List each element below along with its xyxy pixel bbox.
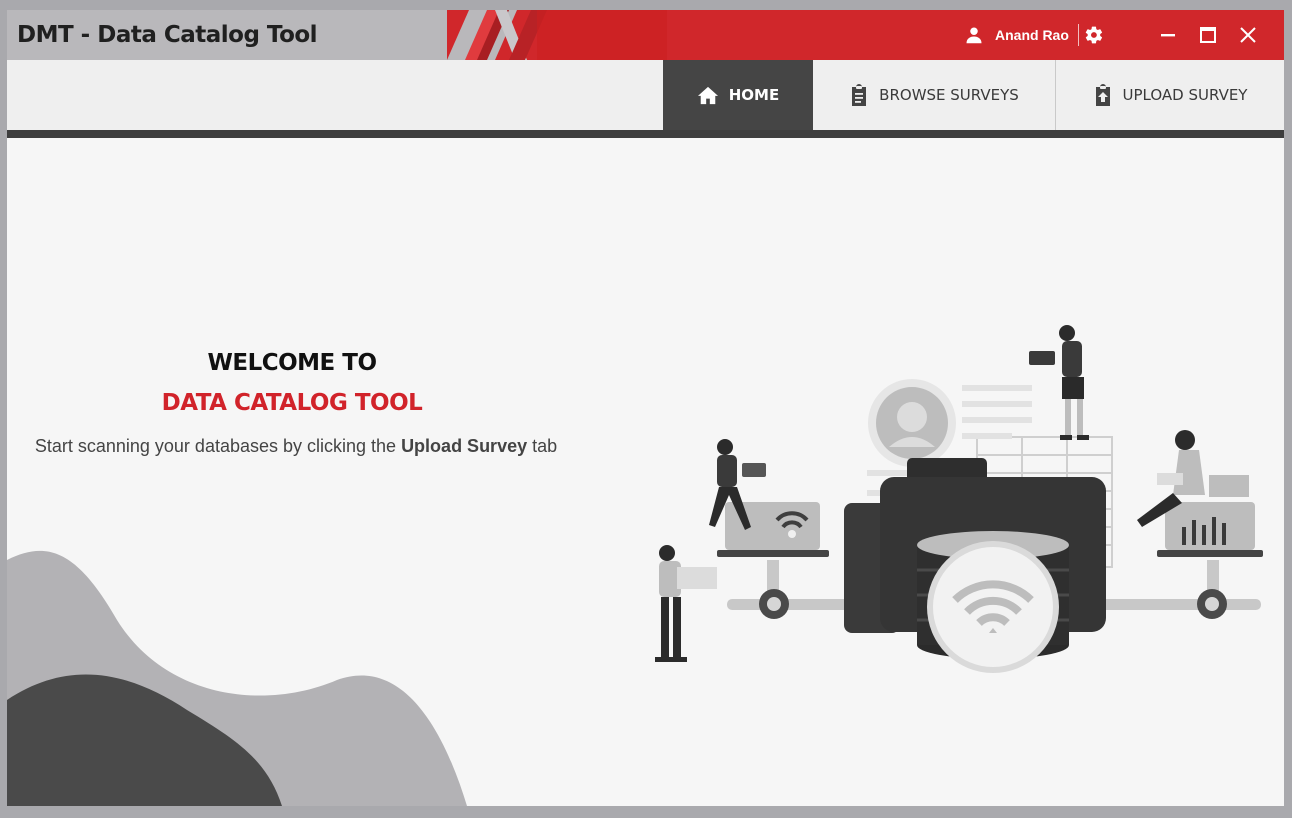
app-window: DMT - Data Catalog Tool Anand Rao HOME B… xyxy=(7,10,1284,806)
gear-icon[interactable] xyxy=(1084,25,1104,50)
description-text: Start scanning your databases by clickin… xyxy=(34,436,402,456)
minimize-button[interactable] xyxy=(1155,22,1181,48)
minimize-icon xyxy=(1161,34,1175,37)
tab-browse-surveys-label: BROWSE SURVEYS xyxy=(879,86,1019,104)
title-separator xyxy=(1078,24,1079,46)
close-icon xyxy=(1240,27,1256,43)
home-icon xyxy=(697,85,719,105)
tab-home-label: HOME xyxy=(728,86,780,104)
welcome-description: Start scanning your databases by clickin… xyxy=(15,436,577,457)
tab-upload-survey[interactable]: UPLOAD SURVEY xyxy=(1056,60,1284,130)
maximize-icon xyxy=(1200,27,1216,43)
tab-browse-surveys[interactable]: BROWSE SURVEYS xyxy=(813,60,1055,130)
upload-icon xyxy=(1093,84,1113,106)
user-menu[interactable]: Anand Rao xyxy=(965,24,1069,46)
nav-underline xyxy=(7,130,1284,138)
nav-bar: HOME BROWSE SURVEYS UPLOAD SURVEY xyxy=(7,60,1284,130)
tab-home[interactable]: HOME xyxy=(663,60,813,130)
decorative-wave xyxy=(7,550,467,806)
description-text-end: tab xyxy=(527,436,558,456)
description-emphasis: Upload Survey xyxy=(401,436,528,456)
title-bar[interactable]: DMT - Data Catalog Tool Anand Rao xyxy=(7,10,1284,60)
app-title: DMT - Data Catalog Tool xyxy=(17,22,318,48)
clipboard-icon xyxy=(849,84,869,106)
welcome-panel: WELCOME TO DATA CATALOG TOOL Start scann… xyxy=(7,350,577,457)
welcome-heading: WELCOME TO xyxy=(207,350,377,376)
user-name: Anand Rao xyxy=(995,27,1069,43)
user-icon xyxy=(965,26,983,44)
database-illustration xyxy=(655,325,1263,673)
close-button[interactable] xyxy=(1235,22,1261,48)
tab-upload-survey-label: UPLOAD SURVEY xyxy=(1122,86,1248,104)
app-name-heading: DATA CATALOG TOOL xyxy=(161,390,423,416)
maximize-button[interactable] xyxy=(1195,22,1221,48)
